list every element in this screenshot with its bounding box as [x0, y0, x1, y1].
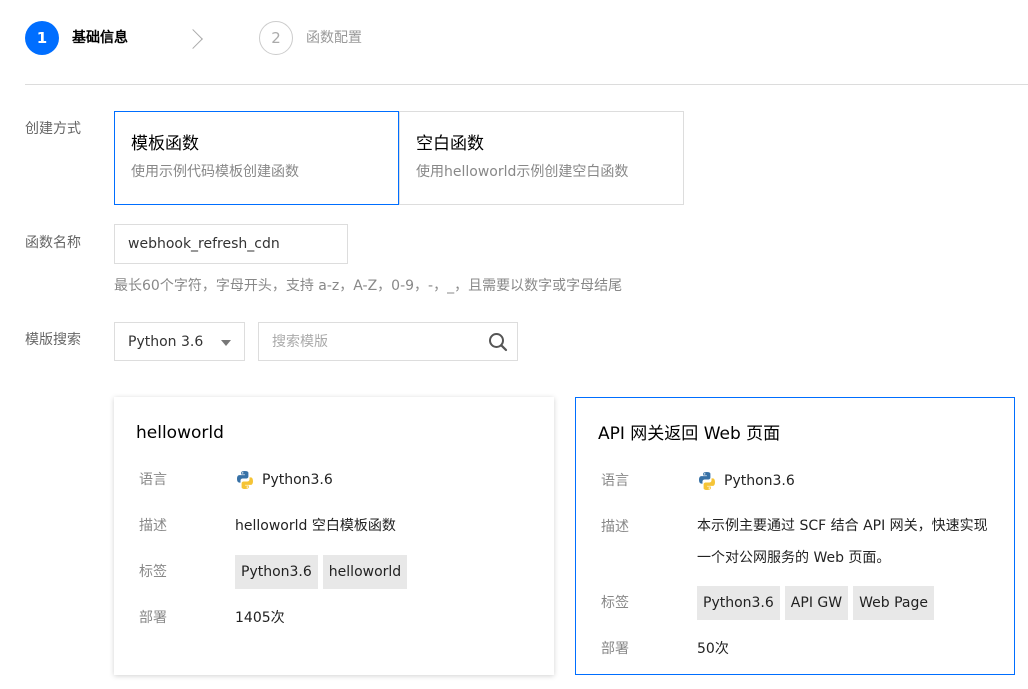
- template-card-api-gateway-web[interactable]: API 网关返回 Web 页面 语言 Python3.6 描述 本示例主要通过 …: [575, 397, 1015, 675]
- description-value: helloworld 空白模板函数: [235, 518, 396, 534]
- description-line: 本示例主要通过 SCF 结合 API 网关，快速实现: [697, 518, 988, 534]
- creation-method-label: 创建方式: [25, 121, 81, 137]
- function-name-hint: 最长60个字符，字母开头，支持 a-z，A-Z，0-9，-，_，且需要以数字或字…: [114, 278, 623, 294]
- step-2-label[interactable]: 函数配置: [306, 28, 362, 48]
- template-function-desc: 使用示例代码模板创建函数: [131, 164, 299, 180]
- template-card-helloworld[interactable]: helloworld 语言 Python3.6 描述 helloworld 空白…: [114, 397, 554, 675]
- template-search-input[interactable]: [259, 323, 469, 360]
- description-key: 描述: [139, 518, 167, 534]
- blank-function-option[interactable]: 空白函数 使用helloworld示例创建空白函数: [399, 111, 684, 205]
- template-function-title: 模板函数: [131, 134, 199, 154]
- tag: Python3.6: [697, 586, 780, 620]
- language-key: 语言: [601, 473, 629, 489]
- description-key: 描述: [601, 519, 629, 535]
- runtime-select-value: Python 3.6: [128, 333, 204, 350]
- python-logo-icon: [699, 472, 715, 490]
- blank-function-desc: 使用helloworld示例创建空白函数: [416, 164, 629, 180]
- step-2-number[interactable]: 2: [259, 21, 293, 55]
- template-title: helloworld: [136, 423, 224, 443]
- deploy-key: 部署: [601, 641, 629, 657]
- deploy-count: 1405次: [235, 610, 285, 626]
- tag: Web Page: [853, 586, 934, 620]
- deploy-key: 部署: [139, 610, 167, 626]
- deploy-count: 50次: [697, 641, 729, 657]
- tag: API GW: [784, 586, 849, 620]
- function-name-label: 函数名称: [25, 235, 81, 251]
- step-1-label: 基础信息: [72, 30, 128, 46]
- function-name-input[interactable]: [114, 224, 348, 264]
- tags-key: 标签: [601, 595, 629, 611]
- template-title: API 网关返回 Web 页面: [598, 424, 781, 444]
- description-value: 本示例主要通过 SCF 结合 API 网关，快速实现 一个对公网服务的 Web …: [697, 510, 988, 574]
- language-value: Python3.6: [724, 473, 795, 489]
- description-line: 一个对公网服务的 Web 页面。: [697, 550, 891, 566]
- runtime-select[interactable]: Python 3.6: [114, 322, 245, 361]
- template-search-label: 模版搜索: [25, 332, 81, 348]
- python-logo-icon: [237, 471, 253, 489]
- blank-function-title: 空白函数: [416, 134, 484, 154]
- tag: Python3.6: [235, 555, 318, 589]
- language-key: 语言: [139, 472, 167, 488]
- tag: helloworld: [322, 555, 408, 589]
- caret-down-icon: [221, 340, 231, 346]
- step-1-number: 1: [25, 21, 59, 55]
- header-divider: [25, 84, 1028, 85]
- template-search-box: [258, 322, 518, 361]
- language-value: Python3.6: [262, 472, 333, 488]
- chevron-right-icon: [183, 29, 203, 49]
- tags-key: 标签: [139, 564, 167, 580]
- template-function-option[interactable]: 模板函数 使用示例代码模板创建函数: [114, 111, 399, 205]
- search-icon[interactable]: [488, 332, 508, 352]
